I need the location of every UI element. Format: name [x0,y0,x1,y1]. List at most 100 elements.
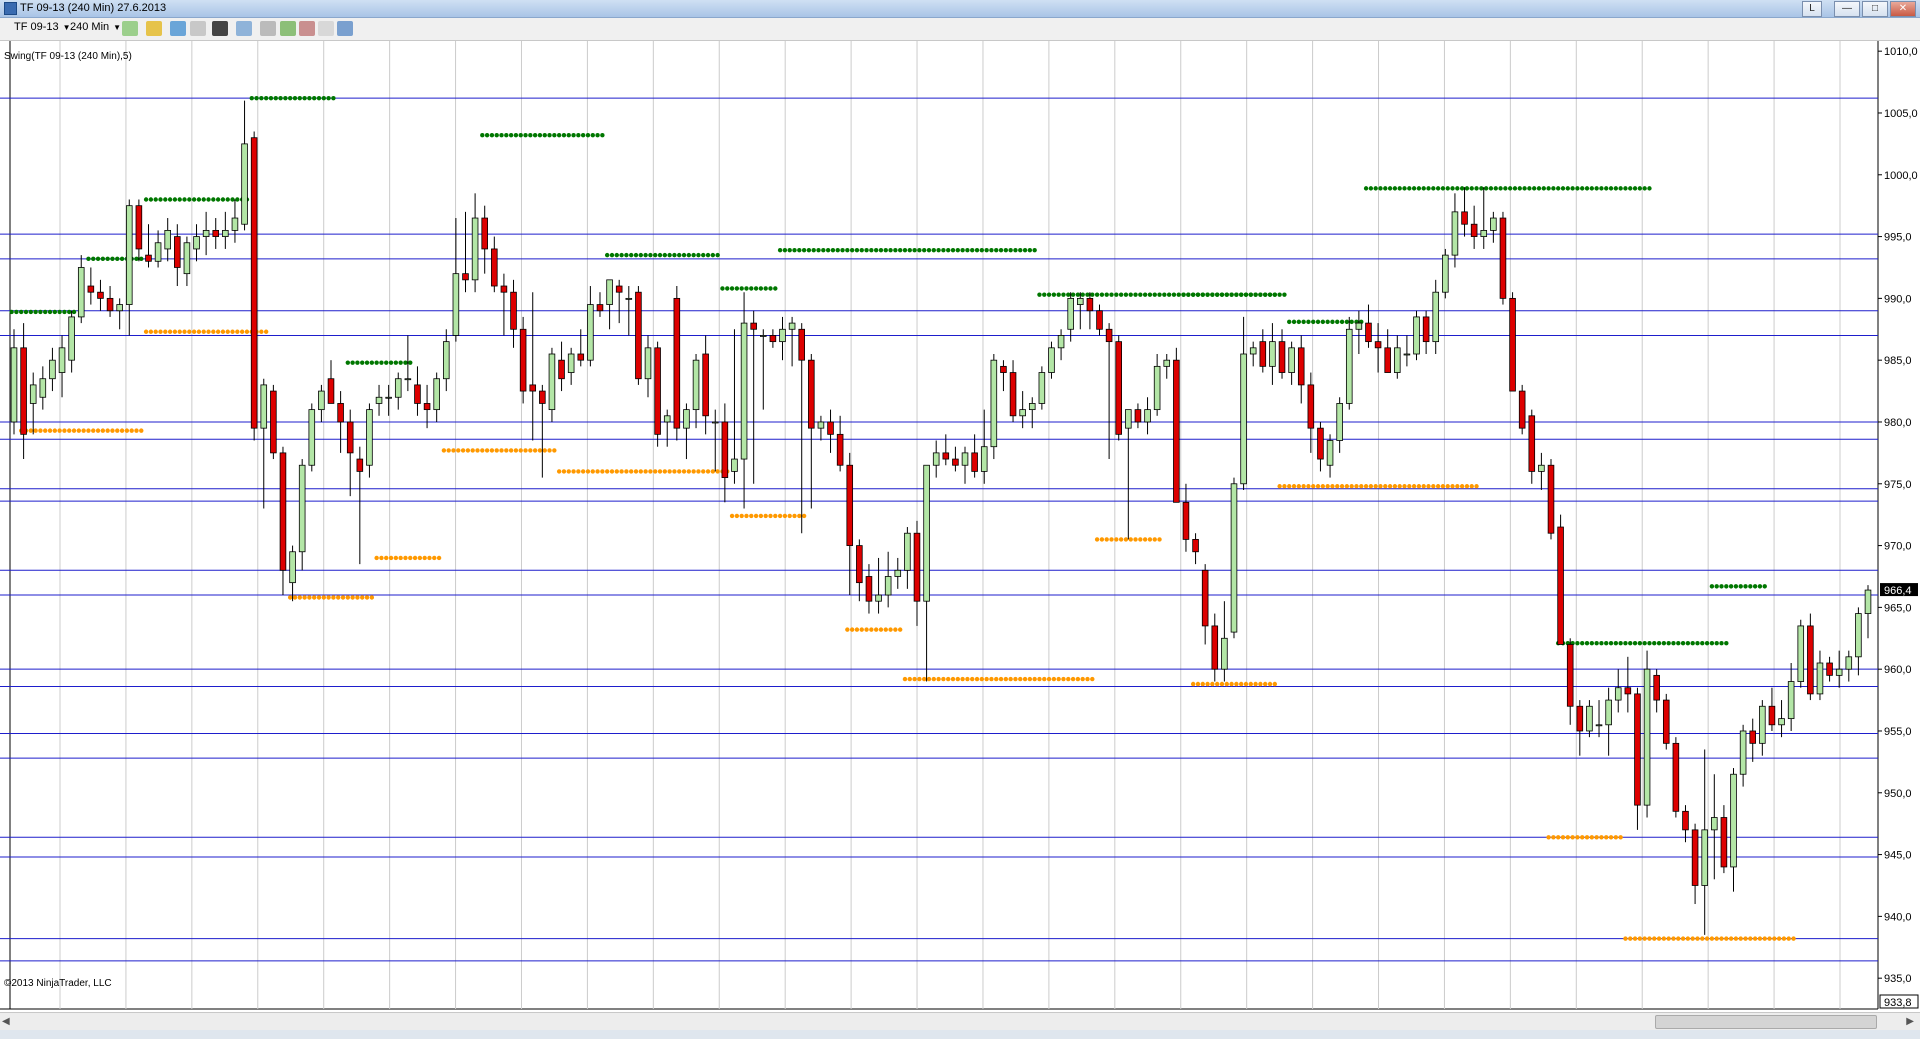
candle-down [1470,223,1478,237]
scrollbar-thumb[interactable] [1655,1015,1877,1029]
swing-low-dot [1157,537,1162,542]
swing-low-dot [1339,484,1345,489]
indicators-icon[interactable] [280,21,296,36]
eraser-icon[interactable] [190,21,206,36]
swing-high-dot [321,95,327,101]
swing-low-dot [1094,537,1100,542]
candle-down [856,545,863,584]
candle-down [1182,501,1190,540]
swing-high-dot [28,309,34,315]
swing-high-dot [561,133,567,138]
last-price-label: 966,4 [1884,585,1912,597]
swing-high-dot [115,256,120,262]
link-button[interactable]: L [1802,1,1822,17]
swing-high-dot [797,247,802,253]
swing-high-dot [1608,641,1614,646]
swing-high-dot [816,247,821,253]
swing-high-dot [1676,641,1681,646]
swing-high-dot [1311,319,1316,325]
swing-low-dot [734,513,740,519]
swing-low-dot [360,595,365,600]
swing-low-dot [792,513,797,519]
swing-low-dot [974,676,980,682]
swing-high-dot [576,133,581,138]
swing-high-dot [235,197,240,202]
bottom-price-label: 933,8 [1884,997,1912,1009]
swing-high-dot [1714,584,1719,589]
swing-low-dot [696,469,701,474]
candle-up [692,359,700,411]
candle-up [1816,662,1824,695]
scroll-right-icon[interactable]: ▶ [1906,1016,1914,1027]
chart-trader-icon[interactable] [337,21,353,36]
swing-low-dot [1027,676,1033,682]
candle-down [462,273,469,281]
candle-up [961,452,969,466]
swing-low-dot [1594,835,1599,840]
minimize-icon[interactable]: — [1834,1,1860,17]
candle-down [558,359,565,380]
swing-low-dot [1359,484,1364,489]
instrument-selector[interactable]: TF 09-13 ▼ [14,21,71,33]
swing-low-dot [1114,537,1119,542]
strategies-icon[interactable] [299,21,315,36]
candle-up [471,217,479,281]
candle-up [567,353,575,373]
swing-high-dot [398,360,403,365]
swing-high-dot [302,95,307,101]
swing-high-dot [917,247,922,253]
zoom-icon[interactable] [236,21,252,36]
data-box-icon[interactable] [318,21,334,36]
swing-high-dot [1652,641,1657,646]
swing-high-dot [1724,641,1729,646]
candle-down [1576,705,1584,732]
swing-low-dot [604,469,610,474]
swing-high-dot [1594,186,1599,191]
swing-high-dot [835,247,840,253]
crosshair-icon[interactable] [212,21,228,36]
swing-high-dot [215,197,221,202]
candle-up [1125,409,1132,429]
candle-up [49,359,56,380]
swing-high-dot [292,95,298,101]
swing-low-dot [129,428,134,433]
chart-area[interactable]: 18:0075/185/215/225/235/245/255/285/305/… [0,41,1920,1011]
horizontal-scrollbar[interactable]: ◀ ▶ [0,1012,1920,1030]
swing-high-dot [1522,186,1527,191]
candle-down [654,347,661,435]
close-icon[interactable]: ✕ [1890,1,1916,17]
y-tick-label: 1005,0 [1884,108,1918,120]
scroll-left-icon[interactable]: ◀ [2,1016,10,1027]
swing-low-dot [388,555,394,561]
pencil-icon[interactable] [146,21,162,36]
swing-high-dot [1397,186,1402,191]
maximize-icon[interactable]: □ [1862,1,1888,17]
price-chart[interactable]: 18:0075/185/215/225/235/245/255/285/305/… [0,41,1920,1011]
swing-high-dot [1085,292,1090,297]
swing-low-dot [624,469,629,474]
swing-low-dot [1738,936,1743,941]
candle-up [183,242,191,275]
swing-high-dot [57,309,62,315]
candle-down [846,464,854,546]
swing-low-dot [436,555,442,561]
drawing-tools-icon[interactable] [170,21,186,36]
swing-low-dot [1748,936,1753,941]
swing-high-dot [1248,292,1254,297]
candle-down [1259,341,1267,367]
swing-high-dot [1704,641,1710,646]
swing-low-dot [686,469,692,474]
swing-high-dot [1680,641,1686,646]
swing-low-dot [393,555,399,561]
swing-high-dot [950,247,956,253]
bar-type-icon[interactable] [122,21,138,36]
swing-high-dot [1700,641,1705,646]
swing-low-dot [1440,484,1446,489]
period-selector[interactable]: 240 Min ▼ [70,21,121,33]
properties-icon[interactable] [260,21,276,36]
swing-high-dot [172,197,178,202]
swing-high-dot [801,247,807,253]
swing-low-dot [475,448,480,453]
swing-low-dot [912,676,917,682]
candle-up [1048,347,1055,373]
